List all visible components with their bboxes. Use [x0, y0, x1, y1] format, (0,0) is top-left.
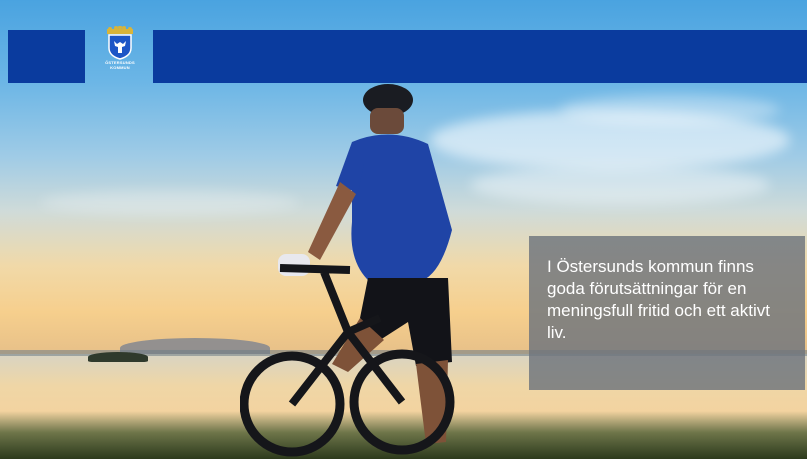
header-bar-right: [153, 30, 807, 83]
crown-icon: [107, 26, 133, 34]
coat-of-arms-icon: [108, 34, 132, 60]
info-text-box: I Östersunds kommun finns goda förutsätt…: [529, 236, 805, 390]
info-text: I Östersunds kommun finns goda förutsätt…: [547, 257, 770, 342]
municipality-logo[interactable]: ÖSTERSUNDS KOMMUN: [97, 26, 143, 88]
logo-text-line2: KOMMUN: [110, 65, 130, 70]
page: ÖSTERSUNDS KOMMUN I Östersunds kommun fi…: [0, 0, 807, 459]
cyclist-image: [240, 84, 455, 457]
header-bar-left: [8, 30, 85, 83]
